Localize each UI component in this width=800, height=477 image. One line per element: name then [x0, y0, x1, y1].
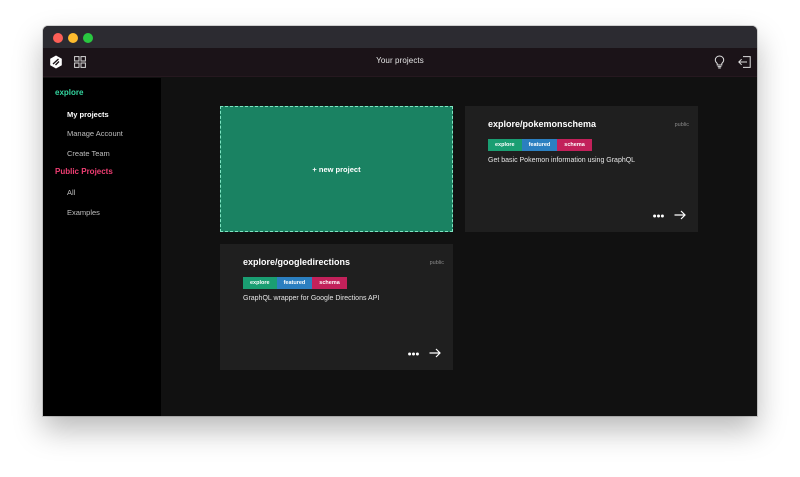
projects-area: + new project explore/pokemonschema publ… [161, 78, 757, 416]
tag-explore[interactable]: explore [243, 277, 277, 289]
logout-icon[interactable] [738, 56, 751, 68]
tag-schema[interactable]: schema [557, 139, 592, 151]
lightbulb-icon[interactable] [714, 55, 725, 69]
sidebar: explore My projects Manage Account Creat… [43, 78, 161, 416]
project-title[interactable]: explore/pokemonschema [488, 119, 596, 129]
arrow-right-icon[interactable] [429, 348, 441, 358]
window-zoom-button[interactable] [83, 33, 93, 43]
more-options-icon[interactable] [408, 352, 419, 356]
project-title[interactable]: explore/googledirections [243, 257, 350, 267]
sidebar-heading-explore[interactable]: explore [55, 88, 83, 97]
sidebar-item-manage-account[interactable]: Manage Account [67, 129, 123, 138]
more-options-icon[interactable] [653, 214, 664, 218]
tag-list: explore featured schema [243, 277, 347, 289]
arrow-right-icon[interactable] [674, 210, 686, 220]
sidebar-heading-public-projects[interactable]: Public Projects [55, 167, 113, 176]
project-description: Get basic Pokemon information using Grap… [488, 157, 636, 164]
tag-list: explore featured schema [488, 139, 592, 151]
tag-schema[interactable]: schema [312, 277, 347, 289]
new-project-button[interactable]: + new project [220, 106, 453, 232]
app-window: Your projects explore My projects Manage… [43, 26, 757, 416]
app-header: Your projects [43, 48, 757, 77]
visibility-label: public [429, 260, 444, 266]
project-card[interactable]: explore/googledirections public explore … [220, 244, 453, 370]
sidebar-item-create-team[interactable]: Create Team [67, 149, 110, 158]
window-close-button[interactable] [53, 33, 63, 43]
new-project-label: + new project [312, 164, 361, 174]
tag-explore[interactable]: explore [488, 139, 522, 151]
page-title: Your projects [376, 56, 424, 65]
sidebar-item-my-projects[interactable]: My projects [67, 110, 109, 119]
tag-featured[interactable]: featured [521, 139, 558, 151]
window-minimize-button[interactable] [68, 33, 78, 43]
sidebar-item-all[interactable]: All [67, 188, 75, 197]
tag-featured[interactable]: featured [276, 277, 313, 289]
project-card[interactable]: explore/pokemonschema public explore fea… [465, 106, 698, 232]
project-description: GraphQL wrapper for Google Directions AP… [243, 295, 380, 302]
sidebar-item-examples[interactable]: Examples [67, 208, 100, 217]
window-titlebar [43, 26, 757, 48]
visibility-label: public [674, 122, 689, 128]
